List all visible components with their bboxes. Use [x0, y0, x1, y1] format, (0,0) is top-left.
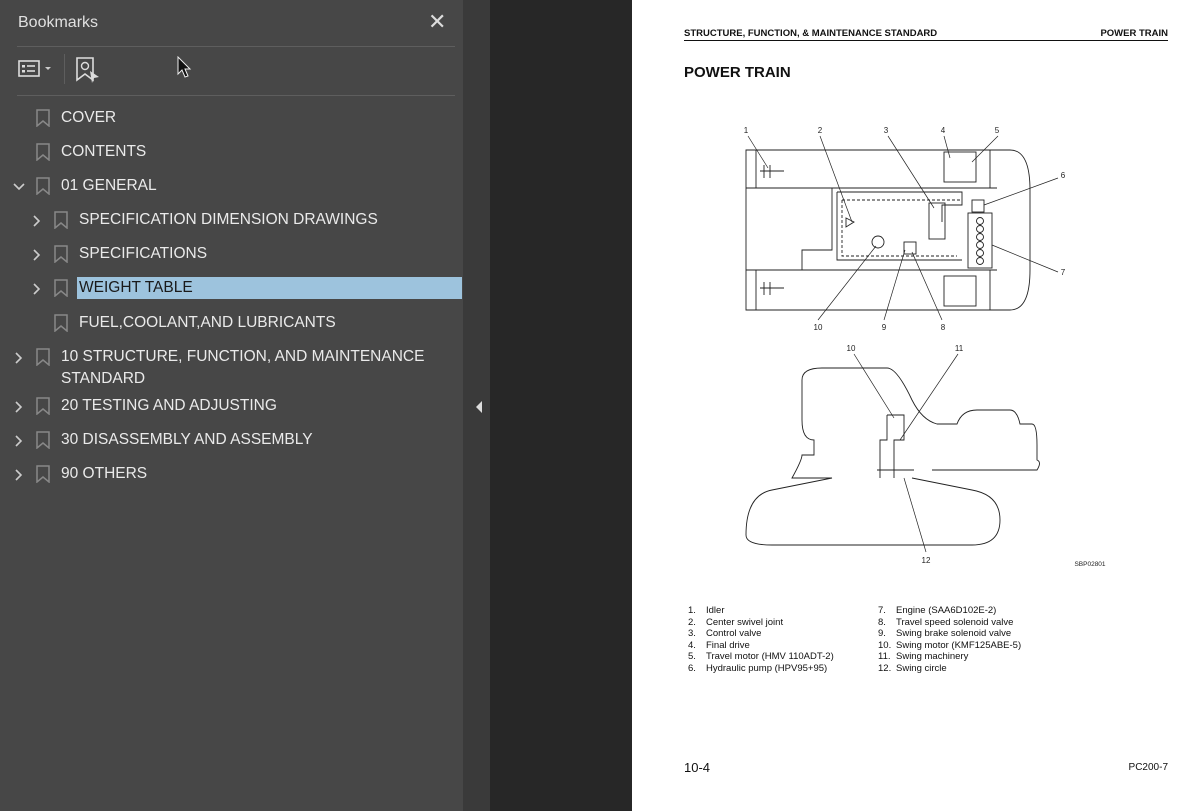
callout-7: 7 [1061, 268, 1066, 277]
find-current-bookmark-button[interactable] [74, 56, 102, 84]
divider [17, 95, 455, 96]
bookmark-icon [36, 431, 50, 449]
legend-item: 10. Swing motor (KMF125ABE-5) [878, 639, 1022, 651]
bookmark-item[interactable]: SPECIFICATIONS [0, 243, 463, 267]
chevron-right-icon[interactable] [13, 352, 25, 364]
mouse-cursor-icon [177, 56, 192, 78]
bookmark-label: FUEL,COOLANT,AND LUBRICANTS [79, 314, 336, 331]
chevron-right-icon[interactable] [31, 249, 43, 261]
bookmark-item[interactable]: 90 OTHERS [0, 463, 463, 487]
legend-item: 4. Final drive [688, 639, 750, 651]
legend-item: 1. Idler [688, 605, 725, 616]
top-view-diagram [745, 135, 1059, 321]
bookmark-icon [36, 348, 50, 366]
bookmark-item[interactable]: SPECIFICATION DIMENSION DRAWINGS [0, 209, 463, 233]
bookmark-icon [36, 465, 50, 483]
panel-splitter[interactable] [463, 0, 490, 811]
options-menu-button[interactable] [17, 56, 57, 84]
bookmark-icon [36, 177, 50, 195]
chevron-down-icon[interactable] [13, 181, 25, 193]
bookmark-icon [54, 211, 68, 229]
bookmark-icon [36, 109, 50, 127]
page-number: 10-4 [684, 760, 711, 775]
bookmark-label: SPECIFICATIONS [79, 245, 208, 262]
bookmark-label-line2: STANDARD [61, 370, 146, 387]
legend-right: 7. Engine (SAA6D102E-2) 8. Travel speed so… [878, 605, 1021, 675]
chevron-right-icon[interactable] [13, 435, 25, 447]
bookmark-icon [54, 279, 68, 297]
bookmark-label: 30 DISASSEMBLY AND ASSEMBLY [61, 431, 313, 448]
legend-item: 3. Control valve [688, 628, 762, 640]
callout-10: 10 [814, 323, 823, 332]
bookmark-label: 01 GENERAL [61, 177, 157, 194]
callout-1: 1 [744, 126, 749, 135]
bookmark-label: WEIGHT TABLE [77, 277, 462, 299]
divider [17, 46, 455, 47]
bookmark-label: CONTENTS [61, 143, 147, 160]
close-icon[interactable]: ✕ [428, 10, 446, 34]
callout-4: 4 [941, 126, 946, 135]
bookmark-icon [36, 143, 50, 161]
chevron-right-icon[interactable] [31, 215, 43, 227]
list-options-icon [18, 60, 51, 77]
callout-9: 9 [882, 323, 887, 332]
bookmark-item[interactable]: CONTENTS [0, 141, 463, 165]
bookmark-label: 10 STRUCTURE, FUNCTION, AND MAINTENANCE [61, 348, 425, 365]
power-train-diagram: 1 2 3 4 5 6 7 8 9 10 10 11 12 SBP02801 [744, 126, 1106, 568]
bookmark-item[interactable]: FUEL,COOLANT,AND LUBRICANTS [0, 312, 463, 336]
bookmark-icon [36, 397, 50, 415]
panel-title: Bookmarks [18, 14, 99, 31]
side-view-diagram [745, 353, 1040, 553]
callout-2: 2 [818, 126, 823, 135]
bookmark-item[interactable]: 20 TESTING AND ADJUSTING [0, 395, 463, 419]
chevron-right-icon[interactable] [13, 401, 25, 413]
legend-item: 7. Engine (SAA6D102E-2) [878, 605, 997, 616]
bookmark-item[interactable]: 01 GENERAL [0, 175, 463, 199]
find-current-bookmark-icon [76, 57, 99, 83]
chevron-right-icon[interactable] [31, 283, 43, 295]
chevron-right-icon[interactable] [13, 469, 25, 481]
bookmark-item[interactable]: WEIGHT TABLE [0, 277, 463, 301]
bookmark-item[interactable]: COVER [0, 107, 463, 131]
legend-item: 8. Travel speed solenoid valve [878, 616, 1014, 628]
bookmark-icon [54, 245, 68, 263]
callout-5: 5 [995, 126, 1000, 135]
bookmark-label: COVER [61, 109, 117, 126]
model-number: PC200-7 [1128, 762, 1168, 773]
legend-item: 11. Swing machinery [878, 651, 969, 663]
callout-8: 8 [941, 323, 946, 332]
bookmark-item[interactable]: 10 STRUCTURE, FUNCTION, AND MAINTENANCE S… [0, 346, 463, 390]
document-background [490, 0, 632, 811]
bookmark-icon [54, 314, 68, 332]
bookmark-label: 90 OTHERS [61, 465, 148, 482]
legend-item: 2. Center swivel joint [688, 616, 784, 628]
bookmarks-panel: Bookmarks ✕ COVER CONTENTS 01 GENERAL SPECI… [0, 0, 463, 811]
collapse-panel-arrow-icon[interactable] [475, 401, 483, 413]
callout-6: 6 [1061, 171, 1066, 180]
legend-item: 12. Swing circle [878, 662, 947, 674]
callout-11: 11 [955, 344, 964, 353]
figure-code: SBP02801 [1074, 561, 1105, 568]
callout-10-side: 10 [847, 344, 856, 353]
toolbar-separator [64, 54, 65, 84]
bookmark-label: 20 TESTING AND ADJUSTING [61, 397, 277, 414]
bookmark-label: SPECIFICATION DIMENSION DRAWINGS [79, 211, 378, 228]
legend-item: 6. Hydraulic pump (HPV95+95) [688, 662, 828, 674]
legend-left: 1. Idler 2. Center swivel joint 3. Control … [688, 605, 834, 675]
legend-item: 5. Travel motor (HMV 110ADT-2) [688, 651, 834, 663]
pdf-page: STRUCTURE, FUNCTION, & MAINTENANCE STAND… [632, 0, 1200, 811]
bookmark-item[interactable]: 30 DISASSEMBLY AND ASSEMBLY [0, 429, 463, 453]
legend-item: 9. Swing brake solenoid valve [878, 628, 1012, 640]
callout-3: 3 [884, 126, 889, 135]
callout-12: 12 [922, 556, 931, 565]
